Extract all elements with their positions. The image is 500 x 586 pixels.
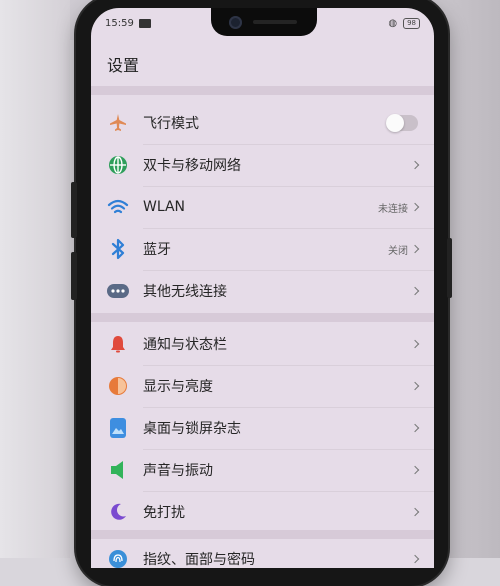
power-button bbox=[447, 238, 452, 298]
settings-item-label: 免打扰 bbox=[143, 505, 185, 521]
moon-icon bbox=[107, 501, 129, 523]
settings-item-value: 未连接 bbox=[378, 203, 408, 215]
settings-item-label: 通知与状态栏 bbox=[143, 337, 227, 353]
chevron-right-icon bbox=[410, 465, 420, 475]
wifi-icon bbox=[107, 196, 129, 218]
settings-item-9[interactable]: 声音与振动 bbox=[91, 449, 434, 491]
chevron-right-icon bbox=[410, 507, 420, 517]
fingerprint-icon bbox=[107, 548, 129, 568]
settings-item-label: 桌面与锁屏杂志 bbox=[143, 421, 241, 437]
section-divider bbox=[91, 86, 434, 95]
airplane-mode-toggle[interactable] bbox=[386, 114, 418, 132]
chevron-right-icon bbox=[410, 202, 420, 212]
settings-item-label: 显示与亮度 bbox=[143, 379, 213, 395]
earpiece bbox=[253, 20, 297, 24]
settings-item-6[interactable]: 通知与状态栏 bbox=[91, 323, 434, 365]
notification-icon bbox=[138, 19, 151, 28]
settings-item-label: 飞行模式 bbox=[143, 116, 199, 132]
page-title: 设置 bbox=[107, 56, 140, 75]
battery-icon: 98 bbox=[403, 18, 420, 29]
settings-item-8[interactable]: 桌面与锁屏杂志 bbox=[91, 407, 434, 449]
vibrate-icon: ◍ bbox=[388, 18, 398, 29]
chevron-right-icon bbox=[410, 244, 420, 254]
chevron-right-icon bbox=[410, 381, 420, 391]
chevron-right-icon bbox=[410, 339, 420, 349]
settings-item-10[interactable]: 免打扰 bbox=[91, 491, 434, 533]
settings-item-3[interactable]: WLAN 未连接 bbox=[91, 186, 434, 228]
settings-item-label: WLAN bbox=[143, 199, 186, 215]
settings-item-label: 声音与振动 bbox=[143, 463, 213, 479]
volume-down-button bbox=[71, 252, 77, 300]
section-divider bbox=[91, 313, 434, 322]
settings-item-2[interactable]: 双卡与移动网络 bbox=[91, 144, 434, 186]
chevron-right-icon bbox=[410, 286, 420, 296]
speaker-icon bbox=[107, 459, 129, 481]
bluetooth-icon bbox=[107, 238, 129, 260]
globe-icon bbox=[107, 154, 129, 176]
settings-item-1[interactable]: 飞行模式 bbox=[91, 102, 434, 144]
settings-item-label: 蓝牙 bbox=[143, 242, 171, 258]
chevron-right-icon bbox=[410, 423, 420, 433]
status-bar-left: 15:59 bbox=[105, 18, 151, 29]
settings-item-7[interactable]: 显示与亮度 bbox=[91, 365, 434, 407]
settings-item-5[interactable]: 其他无线连接 bbox=[91, 270, 434, 312]
settings-item-label: 其他无线连接 bbox=[143, 284, 227, 300]
chevron-right-icon bbox=[410, 160, 420, 170]
background-left bbox=[0, 0, 70, 558]
chevron-right-icon bbox=[410, 554, 420, 564]
front-camera bbox=[229, 16, 242, 29]
volume-up-button bbox=[71, 182, 77, 238]
settings-item-value: 关闭 bbox=[388, 245, 408, 257]
brightness-icon bbox=[107, 375, 129, 397]
phone-screen: 15:59 ◍ 98 设置 飞行模式双卡与移动网络 WLAN 未连接蓝牙 关闭其他无线… bbox=[91, 8, 434, 568]
status-bar-right: ◍ 98 bbox=[388, 18, 420, 29]
airplane-icon bbox=[107, 112, 129, 134]
settings-item-11[interactable]: 指纹、面部与密码 bbox=[91, 538, 434, 568]
wallpaper-icon bbox=[107, 417, 129, 439]
settings-item-label: 指纹、面部与密码 bbox=[143, 552, 255, 568]
toggle-knob bbox=[386, 114, 404, 132]
settings-item-label: 双卡与移动网络 bbox=[143, 158, 241, 174]
settings-item-4[interactable]: 蓝牙 关闭 bbox=[91, 228, 434, 270]
more-dots-icon bbox=[107, 280, 129, 302]
bell-icon bbox=[107, 333, 129, 355]
status-time: 15:59 bbox=[105, 18, 134, 29]
